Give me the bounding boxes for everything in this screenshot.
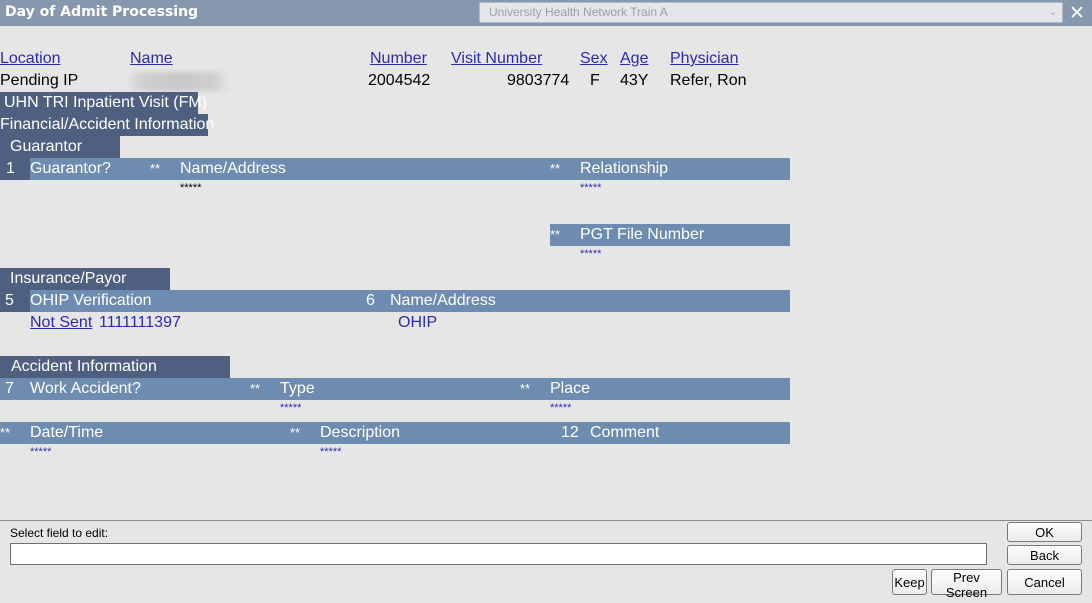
ok-button[interactable]: OK	[1007, 522, 1082, 542]
label-payor-name-address: Name/Address	[390, 292, 496, 309]
required-marker: **	[150, 161, 161, 176]
environment-select[interactable]: University Health Network Train A ⌄	[479, 2, 1063, 23]
patient-sex: F	[590, 72, 600, 89]
section-guarantor: Guarantor	[0, 136, 120, 158]
label-work-accident: Work Accident?	[30, 380, 141, 397]
guarantor-band: Guarantor? ** Name/Address ** Relationsh…	[30, 158, 790, 180]
field-number-1[interactable]: 1	[0, 158, 30, 180]
pgt-file-number-value[interactable]: *****	[580, 248, 601, 260]
physician: Refer, Ron	[670, 72, 747, 89]
patient-age: 43Y	[620, 72, 649, 89]
section-accident: Accident Information	[0, 356, 230, 378]
column-physician[interactable]: Physician	[670, 50, 738, 68]
required-marker: **	[0, 425, 11, 440]
patient-location: Pending IP	[0, 72, 79, 89]
column-visit-number[interactable]: Visit Number	[451, 50, 542, 68]
insurance-band: OHIP Verification 6 Name/Address	[30, 290, 790, 312]
accident-description-value[interactable]: *****	[320, 446, 341, 458]
keep-button[interactable]: Keep	[892, 569, 927, 595]
patient-name-redacted	[126, 72, 230, 91]
label-date-time: Date/Time	[30, 424, 104, 441]
payor-name: OHIP	[398, 314, 438, 331]
column-age[interactable]: Age	[620, 50, 648, 68]
chevron-down-icon: ⌄	[1048, 7, 1057, 18]
guarantor-name-address-value[interactable]: *****	[180, 182, 201, 194]
pgt-band: ** PGT File Number	[550, 224, 790, 246]
required-marker: **	[290, 425, 301, 440]
label-guarantor[interactable]: Guarantor?	[30, 158, 111, 180]
label-type: Type	[280, 380, 315, 397]
label-place: Place	[550, 380, 591, 397]
select-field-input[interactable]	[10, 543, 987, 565]
ohip-verification-status-link[interactable]: Not Sent	[30, 314, 92, 332]
accident-type-value[interactable]: *****	[280, 402, 301, 414]
field-number-7[interactable]: 7	[5, 378, 14, 400]
label-description: Description	[320, 424, 401, 441]
field-number-6[interactable]: 6	[366, 290, 375, 312]
accident-place-value[interactable]: *****	[550, 402, 571, 414]
title-bar: Day of Admit Processing University Healt…	[0, 0, 1092, 26]
label-ohip-verification: OHIP Verification	[30, 292, 152, 309]
close-icon[interactable]: ✕	[1066, 2, 1088, 24]
accident-datetime-value[interactable]: *****	[30, 446, 51, 458]
column-location[interactable]: Location	[0, 50, 61, 68]
required-marker: **	[520, 381, 531, 396]
required-marker: **	[550, 227, 561, 242]
column-sex[interactable]: Sex	[580, 50, 608, 68]
label-pgt-file-number: PGT File Number	[580, 226, 705, 243]
field-number-5[interactable]: 5	[0, 290, 30, 312]
prev-screen-button[interactable]: Prev Screen	[931, 569, 1002, 600]
cancel-button[interactable]: Cancel	[1007, 569, 1082, 595]
label-relationship: Relationship	[580, 160, 669, 177]
section-insurance: Insurance/Payor	[0, 268, 170, 290]
required-marker: **	[550, 161, 561, 176]
accident-band-2: ** Date/Time ** Description 12 Comment	[0, 422, 790, 444]
patient-number: 2004542	[368, 72, 431, 89]
column-name[interactable]: Name	[130, 50, 173, 68]
relationship-value[interactable]: *****	[580, 182, 601, 194]
visit-type: UHN TRI Inpatient Visit (FM)	[0, 92, 207, 114]
label-comment: Comment	[590, 424, 660, 441]
screen-title: Financial/Accident Information	[0, 114, 214, 136]
column-number[interactable]: Number	[370, 50, 427, 68]
footer-divider	[0, 520, 1092, 521]
visit-number: 9803774	[507, 72, 570, 89]
accident-band-1: 7 Work Accident? ** Type ** Place	[0, 378, 790, 400]
required-marker: **	[250, 381, 261, 396]
label-name-address: Name/Address	[180, 160, 286, 177]
window-title: Day of Admit Processing	[5, 4, 199, 20]
back-button[interactable]: Back	[1007, 545, 1082, 565]
health-card-number: 1111111397	[99, 314, 181, 331]
field-prompt-label: Select field to edit:	[10, 526, 109, 540]
environment-value: University Health Network Train A	[489, 5, 668, 19]
field-number-12[interactable]: 12	[561, 422, 579, 444]
